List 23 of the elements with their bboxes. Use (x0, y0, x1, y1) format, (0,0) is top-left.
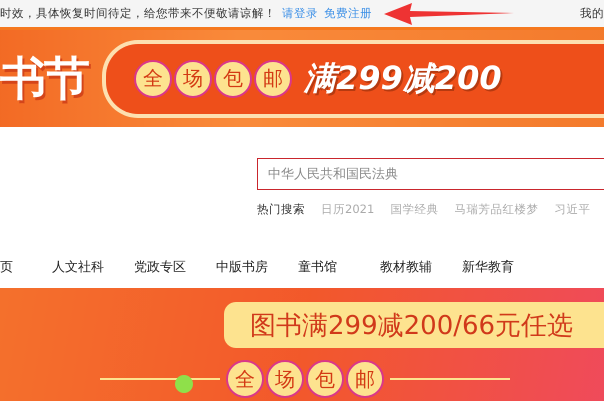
badge: 邮 (254, 60, 292, 98)
badge: 邮 (346, 360, 384, 398)
nav-item[interactable]: 页 (0, 258, 52, 276)
badge: 全 (134, 60, 172, 98)
nav-item[interactable]: 党政专区 (134, 258, 216, 276)
nav-item[interactable]: 童书馆 (298, 258, 380, 276)
badge: 场 (266, 360, 304, 398)
account-link[interactable]: 我的 (580, 6, 604, 21)
nav-item[interactable]: 人文社科 (52, 258, 134, 276)
ball-icon (175, 375, 193, 393)
nav-item[interactable]: 中版书房 (216, 258, 298, 276)
badge: 包 (214, 60, 252, 98)
nav-item[interactable]: 教材教辅 (380, 258, 462, 276)
notice-text: 时效，具体恢复时间待定，给您带来不便敬请谅解！ (0, 6, 276, 21)
promo-text: 满299减200 (304, 58, 502, 98)
hot-search-label: 热门搜索 (257, 202, 305, 217)
search-field[interactable]: 中华人民共和国民法典 (257, 158, 604, 190)
badge: 包 (306, 360, 344, 398)
badge: 场 (174, 60, 212, 98)
promo-headline: 图书满299减200/66元任选 (224, 302, 604, 348)
banner-title: 书节 (0, 50, 88, 106)
badge: 全 (226, 360, 264, 398)
nav-item[interactable]: 新华教育 (462, 258, 544, 276)
